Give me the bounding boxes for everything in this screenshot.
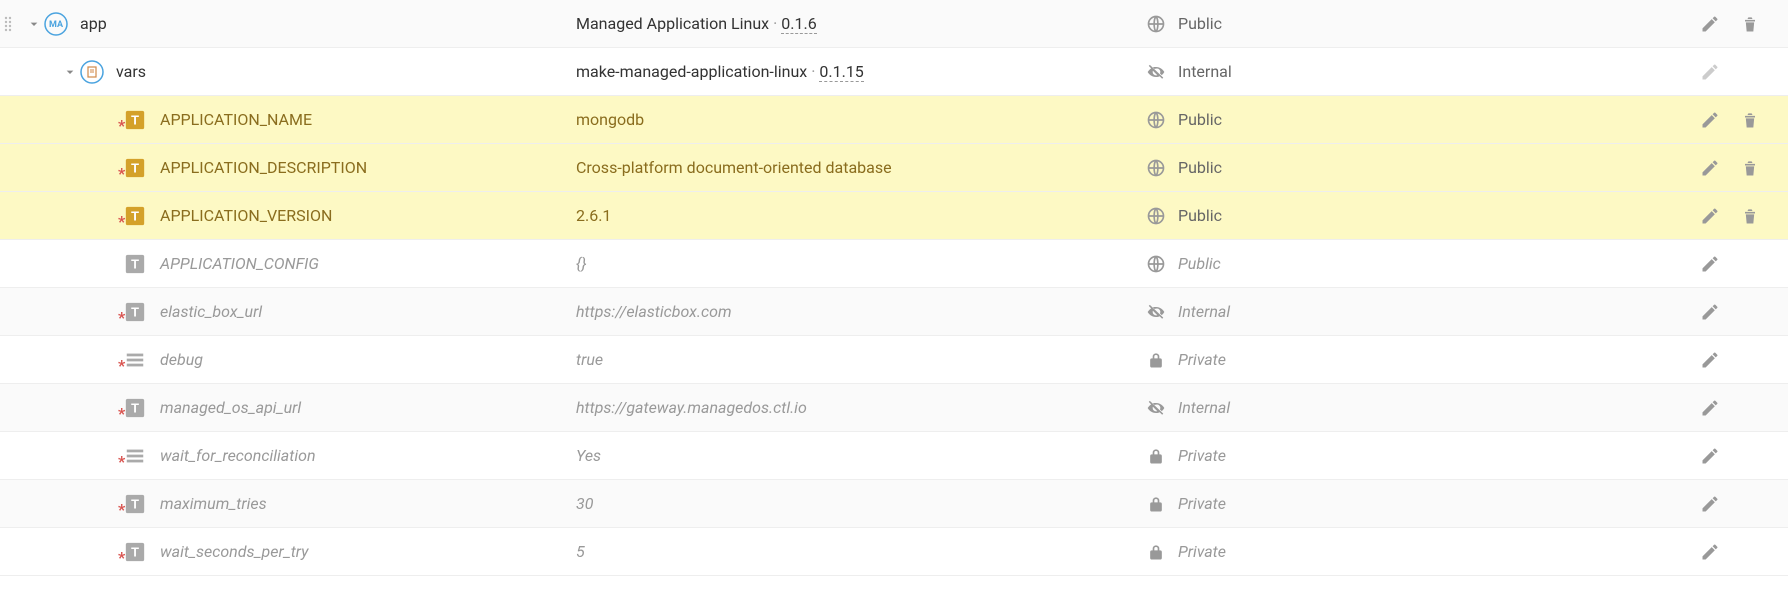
delete-button[interactable]: [1740, 14, 1760, 34]
variable-value: Yes: [576, 446, 1146, 465]
visibility-cell: Internal: [1146, 398, 1306, 418]
variable-value: {}: [576, 254, 1146, 273]
app-badge-icon: MA: [44, 12, 68, 36]
delete-button[interactable]: [1740, 206, 1760, 226]
text-type-icon: [124, 205, 146, 227]
variable-name: APPLICATION_NAME: [160, 110, 312, 129]
delete-button[interactable]: [1740, 158, 1760, 178]
globe-icon: [1146, 110, 1166, 130]
visibility-cell: Private: [1146, 446, 1306, 466]
eye-off-icon: [1146, 302, 1166, 322]
visibility-cell: Private: [1146, 350, 1306, 370]
variable-name: debug: [160, 350, 203, 369]
eye-off-icon: [1146, 62, 1166, 82]
variable-value: mongodb: [576, 110, 1146, 129]
expand-toggle[interactable]: [24, 16, 44, 32]
drag-handle-icon[interactable]: [0, 0, 16, 48]
variable-row: maximum_tries 30 Private: [0, 480, 1788, 528]
variable-row: wait_for_reconciliation Yes Private: [0, 432, 1788, 480]
lock-icon: [1146, 494, 1166, 514]
variable-row: APPLICATION_VERSION 2.6.1 Public: [0, 192, 1788, 240]
variable-value: true: [576, 350, 1146, 369]
globe-icon: [1146, 206, 1166, 226]
edit-button[interactable]: [1700, 446, 1720, 466]
lock-icon: [1146, 446, 1166, 466]
variable-value: 5: [576, 542, 1146, 561]
text-type-icon: [124, 301, 146, 323]
variable-name: maximum_tries: [160, 494, 267, 513]
edit-button: [1700, 62, 1720, 82]
variable-name: wait_for_reconciliation: [160, 446, 316, 465]
variable-name: APPLICATION_CONFIG: [160, 254, 319, 273]
edit-button[interactable]: [1700, 110, 1720, 130]
visibility-cell: Public: [1146, 14, 1306, 34]
tree-row-app: MA app Managed Application Linux · 0.1.6…: [0, 0, 1788, 48]
variable-row: APPLICATION_NAME mongodb Public: [0, 96, 1788, 144]
globe-icon: [1146, 254, 1166, 274]
variable-name: wait_seconds_per_try: [160, 542, 309, 561]
visibility-cell: Private: [1146, 542, 1306, 562]
edit-button[interactable]: [1700, 494, 1720, 514]
visibility-cell: Public: [1146, 110, 1306, 130]
node-name: vars: [116, 62, 146, 81]
globe-icon: [1146, 158, 1166, 178]
variable-value: https://gateway.managedos.ctl.io: [576, 398, 1146, 417]
visibility-cell: Private: [1146, 494, 1306, 514]
text-type-icon: [124, 493, 146, 515]
variable-name: APPLICATION_VERSION: [160, 206, 332, 225]
variable-value: Cross-platform document-oriented databas…: [576, 158, 1146, 177]
svg-text:MA: MA: [49, 20, 64, 30]
variable-row: managed_os_api_url https://gateway.manag…: [0, 384, 1788, 432]
edit-button[interactable]: [1700, 14, 1720, 34]
text-type-icon: [124, 157, 146, 179]
visibility-cell: Public: [1146, 158, 1306, 178]
text-type-icon: [124, 397, 146, 419]
vars-badge-icon: [80, 60, 104, 84]
delete-button[interactable]: [1740, 110, 1760, 130]
variable-name: APPLICATION_DESCRIPTION: [160, 158, 367, 177]
edit-button[interactable]: [1700, 158, 1720, 178]
edit-button[interactable]: [1700, 302, 1720, 322]
variable-value: 2.6.1: [576, 206, 1146, 225]
globe-icon: [1146, 14, 1166, 34]
node-name: app: [80, 14, 107, 33]
options-type-icon: [124, 445, 146, 467]
variable-name: elastic_box_url: [160, 302, 262, 321]
variable-value: https://elasticbox.com: [576, 302, 1146, 321]
visibility-cell: Public: [1146, 254, 1306, 274]
lock-icon: [1146, 350, 1166, 370]
text-type-icon: [124, 109, 146, 131]
options-type-icon: [124, 349, 146, 371]
visibility-cell: Internal: [1146, 302, 1306, 322]
text-type-icon: [124, 541, 146, 563]
node-value: Managed Application Linux · 0.1.6: [576, 14, 1146, 34]
variable-row: wait_seconds_per_try 5 Private: [0, 528, 1788, 576]
visibility-cell: Public: [1146, 206, 1306, 226]
edit-button[interactable]: [1700, 398, 1720, 418]
eye-off-icon: [1146, 398, 1166, 418]
edit-button[interactable]: [1700, 254, 1720, 274]
variable-row: APPLICATION_CONFIG {} Public: [0, 240, 1788, 288]
lock-icon: [1146, 542, 1166, 562]
variable-value: 30: [576, 494, 1146, 513]
edit-button[interactable]: [1700, 206, 1720, 226]
tree-row-vars: vars make-managed-application-linux · 0.…: [0, 48, 1788, 96]
expand-toggle[interactable]: [60, 64, 80, 80]
edit-button[interactable]: [1700, 350, 1720, 370]
visibility-cell: Internal: [1146, 62, 1306, 82]
text-type-icon: [124, 253, 146, 275]
node-value: make-managed-application-linux · 0.1.15: [576, 62, 1146, 82]
variable-name: managed_os_api_url: [160, 398, 301, 417]
variable-row: elastic_box_url https://elasticbox.com I…: [0, 288, 1788, 336]
variable-row: debug true Private: [0, 336, 1788, 384]
variable-row: APPLICATION_DESCRIPTION Cross-platform d…: [0, 144, 1788, 192]
edit-button[interactable]: [1700, 542, 1720, 562]
